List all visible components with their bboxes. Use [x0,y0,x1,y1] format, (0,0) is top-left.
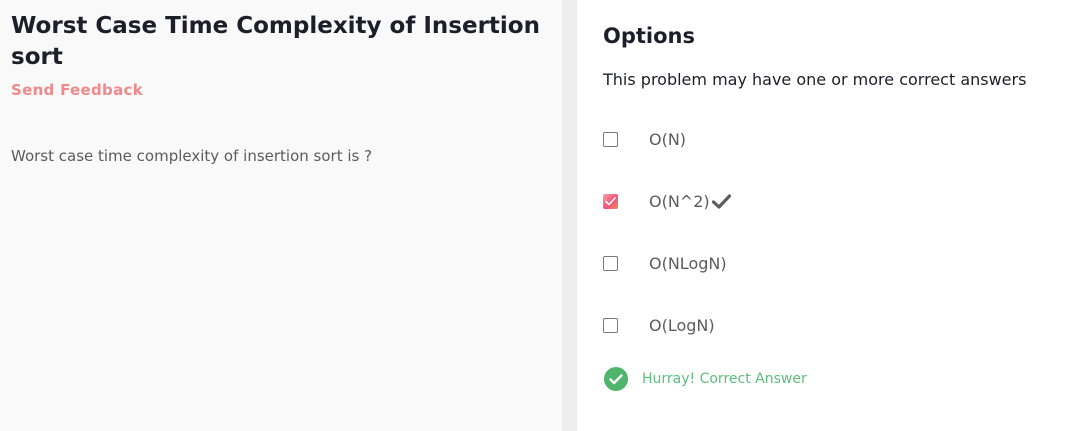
options-heading: Options [603,24,695,48]
option-checkbox[interactable] [603,255,618,271]
problem-panel: Worst Case Time Complexity of Insertion … [0,0,562,431]
send-feedback-link[interactable]: Send Feedback [11,81,143,99]
option-item[interactable]: O(N^2) [603,188,731,214]
option-checkbox[interactable] [603,131,618,147]
option-item[interactable]: O(LogN) [603,312,715,338]
problem-title: Worst Case Time Complexity of Insertion … [11,13,540,70]
option-label: O(NLogN) [649,253,727,273]
question-text: Worst case time complexity of insertion … [11,147,373,165]
result-text: Hurray! Correct Answer [642,371,807,387]
option-checkbox[interactable] [603,317,618,333]
checkmark-icon [605,196,616,205]
panel-divider[interactable] [562,0,577,431]
options-panel: Options This problem may have one or mor… [577,0,1089,431]
option-label: O(N) [649,129,687,149]
check-mark-icon [711,193,731,209]
option-item[interactable]: O(NLogN) [603,250,727,276]
check-circle-icon [604,367,628,391]
option-checkbox[interactable] [603,193,618,209]
option-label: O(LogN) [649,315,715,335]
option-item[interactable]: O(N) [603,126,686,152]
options-note: This problem may have one or more correc… [603,70,1027,89]
option-label: O(N^2) [649,191,710,211]
result-message: Hurray! Correct Answer [604,367,807,391]
